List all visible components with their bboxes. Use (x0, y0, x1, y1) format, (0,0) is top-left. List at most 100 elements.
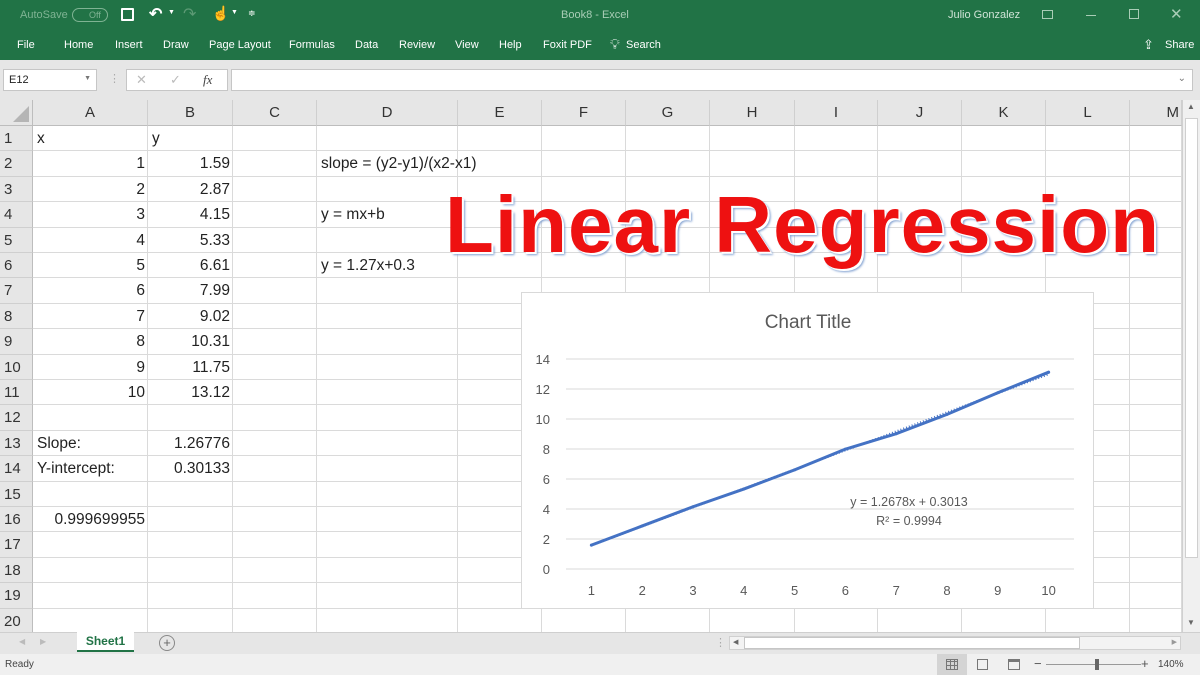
column-header-b[interactable]: B (148, 100, 233, 126)
cell-d6[interactable]: y = 1.27x+0.3 (317, 253, 415, 278)
page-layout-view-icon[interactable] (977, 659, 988, 670)
cell-b1[interactable]: y (148, 126, 160, 151)
row-header-16[interactable]: 16 (0, 507, 33, 533)
user-name[interactable]: Julio Gonzalez (948, 9, 1020, 21)
row-header-1[interactable]: 1 (0, 126, 33, 152)
cell-a13[interactable]: Slope: (33, 431, 81, 456)
tab-review[interactable]: Review (399, 39, 435, 51)
row-header-13[interactable]: 13 (0, 430, 33, 457)
row-header-3[interactable]: 3 (0, 176, 33, 203)
tab-data[interactable]: Data (355, 39, 378, 51)
undo-dropdown-icon[interactable]: ▼ (168, 9, 175, 16)
column-header-e[interactable]: E (458, 100, 542, 126)
row-header-8[interactable]: 8 (0, 303, 33, 330)
tab-scroll-left-icon[interactable]: ◀ (19, 637, 25, 646)
cell-b6[interactable]: 6.61 (148, 253, 233, 278)
select-all-button[interactable] (0, 100, 33, 126)
row-header-6[interactable]: 6 (0, 253, 33, 279)
cell-a14[interactable]: Y-intercept: (33, 456, 115, 481)
name-box-dropdown-icon[interactable]: ▼ (84, 75, 91, 82)
formula-bar-grip-icon[interactable]: ⋮ (109, 72, 120, 85)
row-header-19[interactable]: 19 (0, 583, 33, 609)
cell-b7[interactable]: 7.99 (148, 278, 233, 303)
column-header-l[interactable]: L (1046, 100, 1130, 126)
row-header-15[interactable]: 15 (0, 481, 33, 507)
zoom-level[interactable]: 140% (1158, 659, 1184, 670)
row-header-17[interactable]: 17 (0, 532, 33, 558)
name-box[interactable]: E12 ▼ (3, 69, 97, 91)
cancel-icon[interactable]: ✕ (136, 72, 147, 88)
enter-icon[interactable]: ✓ (170, 72, 181, 88)
cell-a8[interactable]: 7 (33, 304, 148, 329)
maximize-icon[interactable] (1129, 9, 1139, 19)
cell-a1[interactable]: x (33, 126, 45, 151)
column-header-f[interactable]: F (542, 100, 626, 126)
cell-d2[interactable]: slope = (y2-y1)/(x2-x1) (317, 151, 476, 176)
vertical-scroll-thumb[interactable] (1185, 118, 1198, 558)
scroll-left-icon[interactable]: ◀ (733, 638, 738, 646)
cell-a2[interactable]: 1 (33, 151, 148, 176)
linear-regression-wordart[interactable]: Linear Regression (445, 180, 1160, 270)
row-header-20[interactable]: 20 (0, 608, 33, 632)
column-header-c[interactable]: C (233, 100, 317, 126)
row-header-9[interactable]: 9 (0, 329, 33, 355)
tab-draw[interactable]: Draw (163, 39, 189, 51)
row-header-5[interactable]: 5 (0, 227, 33, 253)
column-header-k[interactable]: K (962, 100, 1046, 126)
row-header-2[interactable]: 2 (0, 151, 33, 177)
scroll-up-icon[interactable]: ▲ (1187, 102, 1195, 111)
cell-b9[interactable]: 10.31 (148, 329, 233, 354)
ribbon-display-icon[interactable] (1042, 10, 1053, 19)
cell-a7[interactable]: 6 (33, 278, 148, 303)
column-header-i[interactable]: I (795, 100, 878, 126)
cell-a10[interactable]: 9 (33, 355, 148, 380)
column-header-j[interactable]: J (878, 100, 962, 126)
touch-dropdown-icon[interactable]: ▼ (231, 9, 238, 16)
zoom-in-button[interactable]: + (1141, 656, 1149, 671)
add-sheet-button[interactable]: + (159, 635, 175, 651)
row-header-4[interactable]: 4 (0, 202, 33, 228)
close-icon[interactable]: ✕ (1170, 5, 1183, 23)
cell-b11[interactable]: 13.12 (148, 380, 233, 405)
sheet-tab-sheet1[interactable]: Sheet1 (77, 632, 134, 652)
row-header-12[interactable]: 12 (0, 405, 33, 431)
cell-b4[interactable]: 4.15 (148, 202, 233, 227)
tab-splitter-handle[interactable]: ⋮ (715, 636, 726, 649)
vertical-scrollbar[interactable]: ▲ ▼ (1182, 100, 1200, 632)
column-header-d[interactable]: D (317, 100, 458, 126)
page-break-preview-icon[interactable] (1008, 659, 1020, 670)
cell-b8[interactable]: 9.02 (148, 304, 233, 329)
save-icon[interactable] (121, 8, 134, 21)
normal-view-button[interactable] (937, 654, 967, 675)
cell-a5[interactable]: 4 (33, 228, 148, 253)
zoom-out-button[interactable]: − (1034, 656, 1042, 671)
scroll-right-icon[interactable]: ▶ (1172, 638, 1177, 646)
zoom-slider[interactable] (1046, 659, 1141, 670)
cell-a9[interactable]: 8 (33, 329, 148, 354)
cell-b13[interactable]: 1.26776 (148, 431, 233, 456)
column-header-m[interactable]: M (1130, 100, 1182, 126)
zoom-slider-thumb[interactable] (1095, 659, 1099, 670)
search-button[interactable]: Search (626, 39, 661, 51)
column-header-a[interactable]: A (33, 100, 148, 126)
share-button[interactable]: Share (1165, 39, 1194, 51)
row-header-14[interactable]: 14 (0, 456, 33, 482)
tab-formulas[interactable]: Formulas (289, 39, 335, 51)
tab-file[interactable]: File (17, 39, 35, 51)
row-header-10[interactable]: 10 (0, 354, 33, 380)
horizontal-scroll-thumb[interactable] (744, 637, 1080, 649)
autosave-toggle[interactable]: Off (72, 8, 108, 22)
cell-a6[interactable]: 5 (33, 253, 148, 278)
cell-b10[interactable]: 11.75 (148, 355, 233, 380)
column-header-g[interactable]: G (626, 100, 710, 126)
tab-help[interactable]: Help (499, 39, 522, 51)
expand-formula-bar-icon[interactable]: ⌄ (1178, 73, 1186, 84)
undo-icon[interactable]: ↶ (149, 4, 162, 24)
horizontal-scrollbar[interactable]: ◀ ▶ (729, 636, 1181, 650)
row-header-11[interactable]: 11 (0, 380, 33, 406)
scroll-down-icon[interactable]: ▼ (1187, 618, 1195, 627)
minimize-icon[interactable] (1086, 15, 1096, 16)
tab-insert[interactable]: Insert (115, 39, 143, 51)
tab-view[interactable]: View (455, 39, 479, 51)
column-header-h[interactable]: H (710, 100, 795, 126)
